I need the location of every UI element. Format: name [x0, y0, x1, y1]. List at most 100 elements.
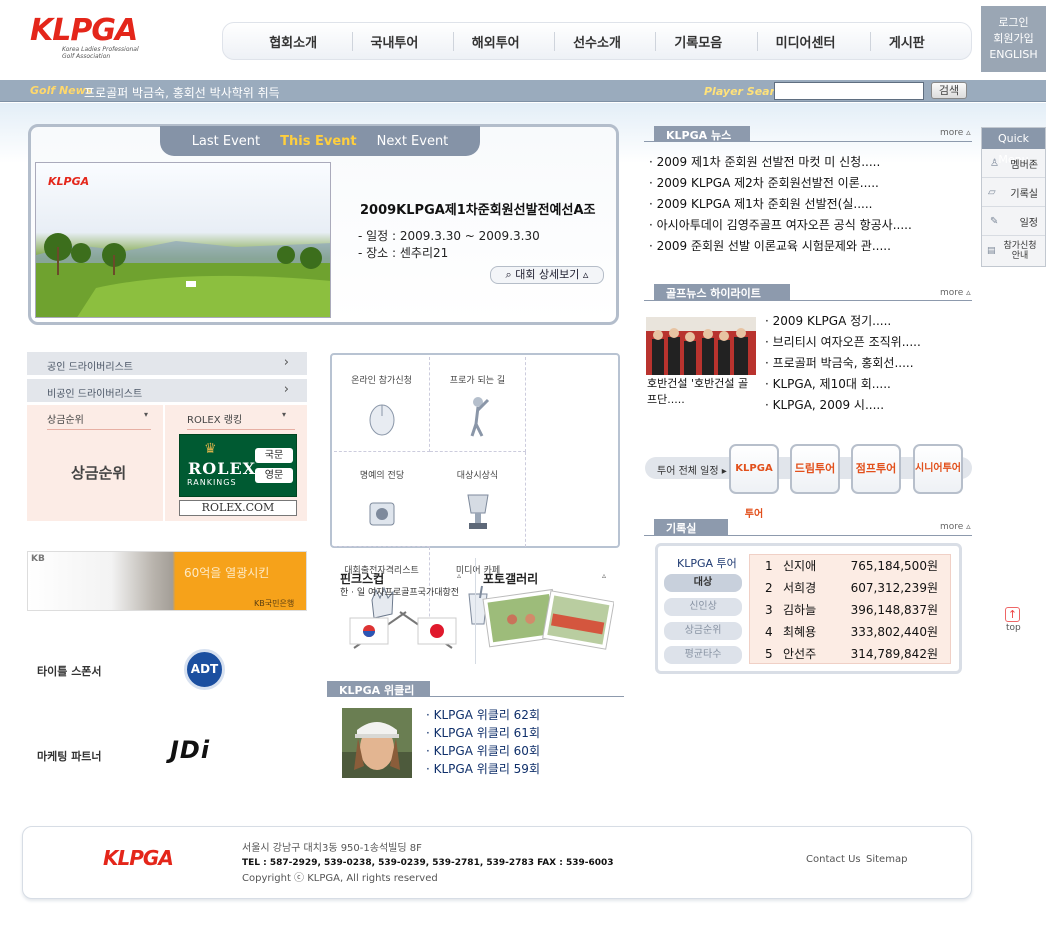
- nav-board[interactable]: 게시판: [869, 31, 943, 51]
- record-amount: 396,148,837원: [850, 603, 938, 617]
- jdi-logo[interactable]: JDi: [170, 736, 210, 764]
- tab-this-event[interactable]: This Event: [280, 134, 356, 149]
- top-arrow-icon[interactable]: ↑: [1005, 607, 1020, 622]
- highlight-item[interactable]: · 2009 KLPGA 정기.....: [765, 311, 921, 332]
- highlight-item[interactable]: · 프로골퍼 박금숙, 홍회선.....: [765, 353, 921, 374]
- record-tab-grand-prize[interactable]: 대상: [664, 574, 742, 592]
- prize-title[interactable]: 상금순위: [71, 462, 126, 483]
- event-title[interactable]: 2009KLPGA제1차준회원선발전예선A조: [360, 199, 595, 218]
- rolex-english-button[interactable]: 영문: [255, 468, 293, 483]
- weekly-item[interactable]: · KLPGA 위클리 59회: [426, 760, 540, 778]
- highlight-item[interactable]: · 브리티시 여자오픈 조직위.....: [765, 332, 921, 353]
- klpga-news-more[interactable]: more ▵: [940, 128, 971, 138]
- trophy-icon: [466, 494, 489, 529]
- nav-media-center[interactable]: 미디어센터: [756, 31, 854, 51]
- top-link[interactable]: top: [1006, 623, 1021, 633]
- highlight-caption[interactable]: 호반건설 '호반건설 골프단.....: [647, 376, 755, 408]
- rolex-rankings-banner[interactable]: ♛ ROLEX RANKINGS 국문 영문: [179, 434, 297, 497]
- online-entry-cell[interactable]: 온라인 참가신청: [334, 357, 430, 452]
- record-tab-prize-money[interactable]: 상금순위: [664, 622, 742, 640]
- nav-about[interactable]: 협회소개: [251, 32, 335, 51]
- record-amount: 765,184,500원: [850, 559, 938, 573]
- tab-next-event[interactable]: Next Event: [377, 134, 449, 149]
- news-item[interactable]: · 2009 KLPGA 제2차 준회원선발전 이론.....: [649, 173, 912, 194]
- senior-tour-button[interactable]: 시니어투어: [913, 444, 963, 494]
- record-name: 최혜용: [783, 625, 817, 639]
- record-row[interactable]: 5 안선주 314,789,842원: [750, 643, 950, 665]
- uncertified-driver-list[interactable]: 비공인 드라이버리스트: [27, 379, 307, 403]
- weekly-list: · KLPGA 위클리 62회 · KLPGA 위클리 61회 · KLPGA …: [426, 706, 540, 778]
- record-row[interactable]: 1 신지애 765,184,500원: [750, 555, 950, 577]
- photo-more-icon[interactable]: ▵: [602, 571, 606, 580]
- join-link[interactable]: 회원가입: [981, 31, 1046, 47]
- adt-logo[interactable]: ADT: [184, 649, 225, 690]
- hall-of-fame-cell[interactable]: 명예의 전당: [334, 452, 430, 547]
- event-detail-button[interactable]: ⌕ 대회 상세보기 ▵: [490, 266, 604, 284]
- record-tab-rookie[interactable]: 신인상: [664, 598, 742, 616]
- rolex-tab[interactable]: ROLEX 랭킹: [187, 411, 295, 430]
- news-item[interactable]: · 2009 제1차 준회원 선발전 마컷 미 신청.....: [649, 152, 912, 173]
- news-item[interactable]: · 아시아투데이 김영주골프 여자오픈 공식 항공사.....: [649, 215, 912, 236]
- nav-domestic-tour[interactable]: 국내투어: [351, 31, 437, 51]
- weekly-item[interactable]: · KLPGA 위클리 60회: [426, 742, 540, 760]
- event-course-photo[interactable]: KLPGA: [35, 162, 331, 318]
- quick-schedule[interactable]: ✎ 일정: [982, 207, 1045, 236]
- golf-news-label: Golf News: [30, 84, 93, 97]
- record-row[interactable]: 4 최혜용 333,802,440원: [750, 621, 950, 643]
- contact-us-link[interactable]: Contact Us: [806, 854, 861, 865]
- klpga-logo[interactable]: KLPGA Korea Ladies Professional Golf Ass…: [30, 16, 150, 66]
- nav-overseas-tour[interactable]: 해외투어: [452, 31, 538, 51]
- news-item[interactable]: · 2009 준회원 선발 이론교육 시험문제와 관.....: [649, 236, 912, 257]
- highlight-item[interactable]: · KLPGA, 2009 시.....: [765, 395, 921, 416]
- tab-last-event[interactable]: Last Event: [192, 134, 260, 149]
- pro-path-cell[interactable]: 프로가 되는 길: [430, 357, 526, 452]
- photo-gallery-thumbnails[interactable]: [482, 588, 614, 654]
- pen-icon: ✎: [990, 215, 999, 227]
- certified-driver-list[interactable]: 공인 드라이버리스트: [27, 352, 307, 376]
- english-link[interactable]: ENGLISH: [981, 47, 1046, 63]
- prize-tab[interactable]: 상금순위: [47, 411, 151, 430]
- quick-records[interactable]: ▱ 기록실: [982, 178, 1045, 207]
- logo-subtitle: Korea Ladies Professional Golf Associati…: [62, 46, 139, 60]
- online-entry-label: 온라인 참가신청: [351, 376, 412, 386]
- weekly-item[interactable]: · KLPGA 위클리 61회: [426, 724, 540, 742]
- weekly-player-photo[interactable]: [342, 708, 412, 778]
- quick-entry-guide[interactable]: ▤ 참가신청 안내: [982, 236, 1045, 265]
- footer-logo[interactable]: KLPGA: [103, 846, 174, 870]
- dream-tour-button[interactable]: 드림투어: [790, 444, 840, 494]
- record-row[interactable]: 3 김하늘 396,148,837원: [750, 599, 950, 621]
- jump-tour-button[interactable]: 점프투어: [851, 444, 901, 494]
- records-line: [644, 535, 972, 536]
- record-row[interactable]: 2 서희경 607,312,239원: [750, 577, 950, 599]
- weekly-item[interactable]: · KLPGA 위클리 62회: [426, 706, 540, 724]
- sitemap-link[interactable]: Sitemap: [866, 854, 907, 865]
- rolex-korean-button[interactable]: 국문: [255, 448, 293, 463]
- nav-players[interactable]: 선수소개: [554, 31, 639, 51]
- golf-news-headline[interactable]: 프로골퍼 박금숙, 홍회선 박사학위 취득: [84, 84, 280, 101]
- search-button[interactable]: 검색: [931, 82, 967, 99]
- highlight-photo[interactable]: [646, 317, 756, 375]
- pinks-more-icon[interactable]: ▵: [457, 571, 461, 580]
- news-item[interactable]: · 2009 KLPGA 제1차 준회원 선발전(실.....: [649, 194, 912, 215]
- records-tour-label[interactable]: KLPGA 투어: [677, 555, 737, 571]
- awards-ceremony-cell[interactable]: 대상시상식: [430, 452, 526, 547]
- record-tab-average-score[interactable]: 평균타수: [664, 646, 742, 664]
- kb-bank-name: KB국민은행: [254, 599, 295, 608]
- event-venue: - 장소 : 센추리21: [358, 246, 449, 260]
- rolex-com-link[interactable]: ROLEX.COM: [179, 500, 297, 516]
- nav-records[interactable]: 기록모음: [655, 31, 740, 51]
- highlight-more[interactable]: more ▵: [940, 288, 971, 298]
- records-more[interactable]: more ▵: [940, 522, 971, 532]
- camera-icon: [369, 502, 395, 526]
- tour-schedule-label[interactable]: 투어 전체 일정 ▸: [657, 462, 727, 477]
- highlight-item[interactable]: · KLPGA, 제10대 회.....: [765, 374, 921, 395]
- klpga-tour-button[interactable]: KLPGA투어: [729, 444, 779, 520]
- event-detail-label: 대회 상세보기: [515, 268, 580, 281]
- login-link[interactable]: 로그인: [981, 15, 1046, 31]
- kb-bank-banner[interactable]: KB 60억을 열광시킨 KB국민은행: [27, 551, 307, 611]
- photo-gallery-title[interactable]: 포토갤러리: [483, 570, 538, 587]
- news-bar: Golf News 프로골퍼 박금숙, 홍회선 박사학위 취득 Player S…: [0, 80, 1046, 102]
- event-tabs: Last Event This Event Next Event: [160, 126, 480, 156]
- player-search-input[interactable]: [774, 82, 924, 100]
- korea-japan-flags[interactable]: [346, 608, 460, 654]
